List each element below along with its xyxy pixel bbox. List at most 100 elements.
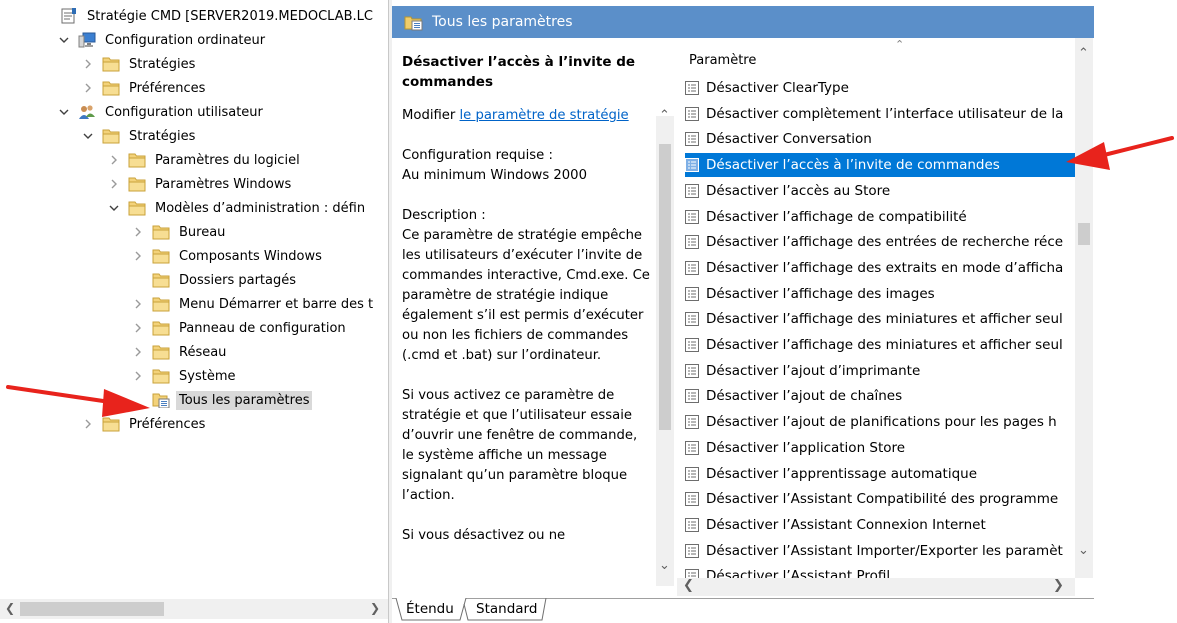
- setting-label: Désactiver l’affichage des miniatures et…: [706, 337, 1063, 353]
- chevron-right-icon[interactable]: [132, 226, 144, 238]
- tree-item-label: Tous les paramètres: [176, 390, 313, 410]
- list-scroll-right-icon[interactable]: ❯: [1053, 578, 1064, 593]
- details-header-title: Tous les paramètres: [432, 14, 573, 30]
- tab-standard[interactable]: Standard: [468, 599, 545, 621]
- setting-label: Désactiver l’affichage des entrées de re…: [706, 234, 1064, 251]
- tree-item[interactable]: Composants Windows: [132, 244, 325, 268]
- tree-item-label: Stratégies: [129, 56, 196, 72]
- setting-row[interactable]: Désactiver complètement l’interface util…: [685, 102, 1075, 126]
- tab-etendu[interactable]: Étendu: [398, 599, 462, 621]
- chevron-right-icon[interactable]: [132, 298, 144, 310]
- tree-horizontal-scrollbar[interactable]: ❮ ❯: [0, 599, 388, 619]
- list-scroll-thumb[interactable]: [1078, 223, 1090, 245]
- setting-row[interactable]: Désactiver l’Assistant Connexion Interne…: [685, 513, 1075, 537]
- setting-icon: [685, 286, 699, 301]
- setting-row[interactable]: Désactiver l’ajout d’imprimante: [685, 359, 1075, 383]
- setting-row[interactable]: Désactiver l’affichage des extraits en m…: [685, 256, 1075, 280]
- tree-item[interactable]: Modèles d’administration : défin: [108, 196, 368, 220]
- list-scroll-down-icon[interactable]: ⌄: [1078, 543, 1089, 558]
- tree-item[interactable]: Préférences: [82, 412, 208, 436]
- folder-icon: [152, 272, 170, 288]
- enabled-block: Si vous activez ce paramètre de stratégi…: [402, 388, 638, 503]
- setting-row[interactable]: Désactiver Conversation: [685, 127, 1075, 151]
- setting-row[interactable]: Désactiver l’apprentissage automatique: [685, 462, 1075, 486]
- setting-row[interactable]: Désactiver l’affichage des entrées de re…: [685, 230, 1075, 254]
- setting-row[interactable]: Désactiver l’affichage des miniatures et…: [685, 333, 1075, 357]
- setting-icon: [685, 106, 699, 121]
- tree-item[interactable]: Paramètres du logiciel: [108, 148, 303, 172]
- tree-item[interactable]: Configuration utilisateur: [58, 100, 266, 124]
- chevron-down-icon[interactable]: [82, 130, 94, 142]
- chevron-right-icon[interactable]: [108, 178, 120, 190]
- setting-icon: [685, 209, 699, 224]
- chevron-right-icon[interactable]: [82, 58, 94, 70]
- chevron-down-icon[interactable]: [58, 106, 70, 118]
- tree-item[interactable]: Bureau: [132, 220, 228, 244]
- chevron-right-icon[interactable]: [132, 250, 144, 262]
- tree-item[interactable]: Dossiers partagés: [132, 268, 299, 292]
- setting-row[interactable]: Désactiver l’accès à l’invite de command…: [685, 153, 1075, 178]
- setting-row[interactable]: Désactiver l’application Store: [685, 436, 1075, 460]
- tree-item[interactable]: Réseau: [132, 340, 229, 364]
- list-scroll-up-icon[interactable]: ⌃: [1078, 46, 1089, 61]
- tree-item-label: Modèles d’administration : défin: [155, 200, 366, 216]
- tree-item[interactable]: Paramètres Windows: [108, 172, 294, 196]
- description-scroll-thumb[interactable]: [659, 144, 671, 430]
- setting-label: Désactiver l’accès à l’invite de command…: [706, 157, 1000, 174]
- tree-item[interactable]: Stratégie CMD [SERVER2019.MEDOCLAB.LC: [60, 4, 376, 28]
- setting-icon: [685, 517, 699, 532]
- setting-row[interactable]: Désactiver l’affichage de compatibilité: [685, 205, 1075, 229]
- requirements-block: Configuration requise : Au minimum Windo…: [402, 146, 652, 186]
- list-vertical-scrollbar[interactable]: ⌃ ⌄: [1075, 38, 1093, 578]
- edit-policy-link[interactable]: le paramètre de stratégie: [460, 108, 629, 123]
- edit-prefix: Modifier: [402, 108, 460, 123]
- column-header-parametre[interactable]: ⌃ Paramètre: [677, 38, 1077, 80]
- setting-row[interactable]: Désactiver l’Assistant Compatibilité des…: [685, 487, 1075, 511]
- tree-item[interactable]: Tous les paramètres: [132, 388, 313, 412]
- tree-item-label: Menu Démarrer et barre des t: [179, 296, 374, 312]
- view-tabs: Étendu Standard: [392, 598, 1094, 623]
- tree-scroll-thumb[interactable]: [20, 602, 164, 616]
- chevron-right-icon[interactable]: [108, 154, 120, 166]
- list-scroll-left-icon[interactable]: ❮: [683, 578, 694, 593]
- scroll-left-icon[interactable]: ❮: [5, 601, 15, 615]
- folder-icon: [102, 80, 120, 96]
- setting-row[interactable]: Désactiver l’ajout de chaînes: [685, 384, 1075, 408]
- setting-row[interactable]: Désactiver ClearType: [685, 76, 1075, 100]
- setting-label: Désactiver l’accès au Store: [706, 182, 891, 199]
- chevron-right-icon[interactable]: [132, 370, 144, 382]
- tree-item[interactable]: Stratégies: [82, 124, 198, 148]
- tree-item-label: Composants Windows: [179, 248, 322, 264]
- setting-icon: [685, 260, 699, 275]
- tree-item[interactable]: Configuration ordinateur: [58, 28, 268, 52]
- folder-icon: [152, 368, 170, 384]
- folder-icon: [152, 344, 170, 360]
- description-vertical-scrollbar[interactable]: [656, 116, 674, 586]
- chevron-down-icon[interactable]: [108, 202, 120, 214]
- tree-item[interactable]: Préférences: [82, 76, 208, 100]
- setting-row[interactable]: Désactiver l’Assistant Importer/Exporter…: [685, 539, 1075, 563]
- tree-item[interactable]: Système: [132, 364, 238, 388]
- folder-icon: [102, 416, 120, 432]
- setting-row[interactable]: Désactiver l’affichage des miniatures et…: [685, 307, 1075, 331]
- setting-description-pane: Désactiver l’accès à l’invite de command…: [392, 38, 677, 598]
- tree-item[interactable]: Panneau de configuration: [132, 316, 349, 340]
- scroll-right-icon[interactable]: ❯: [370, 601, 380, 615]
- setting-label: Désactiver l’Assistant Connexion Interne…: [706, 516, 986, 533]
- list-horizontal-scrollbar[interactable]: ❮ ❯: [677, 578, 1075, 596]
- setting-label: Désactiver l’Assistant Importer/Exporter…: [706, 542, 1063, 559]
- chevron-right-icon[interactable]: [132, 322, 144, 334]
- chevron-right-icon[interactable]: [132, 346, 144, 358]
- setting-row[interactable]: Désactiver l’ajout de planifications pou…: [685, 410, 1075, 434]
- chevron-right-icon[interactable]: [82, 82, 94, 94]
- desc-scroll-down-icon[interactable]: ⌄: [659, 558, 670, 573]
- setting-icon: [685, 132, 699, 147]
- tree-item[interactable]: Menu Démarrer et barre des t: [132, 292, 376, 316]
- tree-item-label: Panneau de configuration: [179, 320, 346, 336]
- description-label: Description :: [402, 208, 486, 223]
- setting-row[interactable]: Désactiver l’accès au Store: [685, 179, 1075, 203]
- tree-item[interactable]: Stratégies: [82, 52, 198, 76]
- chevron-down-icon[interactable]: [58, 34, 70, 46]
- chevron-right-icon[interactable]: [82, 418, 94, 430]
- setting-row[interactable]: Désactiver l’affichage des images: [685, 282, 1075, 306]
